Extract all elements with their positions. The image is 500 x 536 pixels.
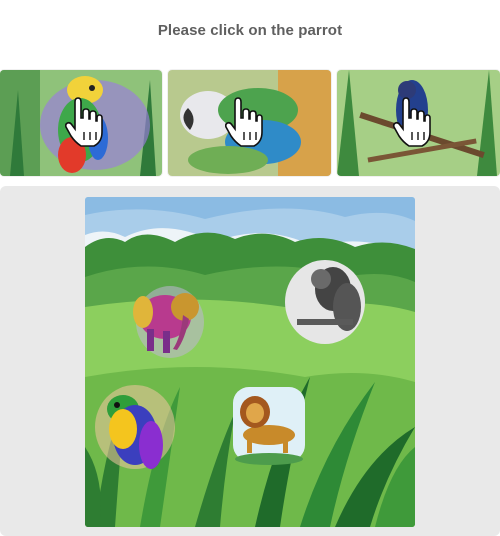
lion-target[interactable] xyxy=(230,385,308,465)
parrot-target[interactable] xyxy=(93,382,183,477)
squirrel-target[interactable] xyxy=(283,257,373,347)
example-images-row xyxy=(0,70,500,178)
hand-cursor-icon xyxy=(393,97,431,147)
challenge-scene[interactable] xyxy=(85,197,415,527)
elephant-target[interactable] xyxy=(130,277,215,362)
jungle-scene-image xyxy=(85,197,415,527)
hand-cursor-icon xyxy=(65,97,103,147)
hand-cursor-icon xyxy=(225,97,263,147)
challenge-instruction: Please click on the parrot xyxy=(157,22,343,39)
